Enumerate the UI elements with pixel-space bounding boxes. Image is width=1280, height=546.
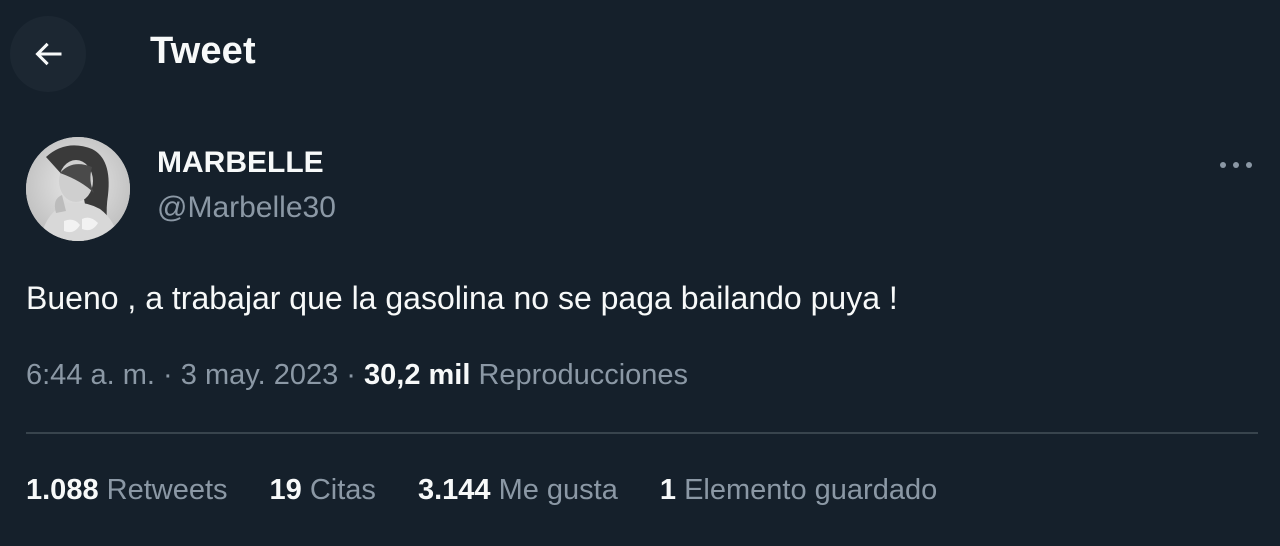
- arrow-left-icon: [35, 42, 62, 66]
- tweet-time[interactable]: 6:44 a. m.: [26, 359, 155, 391]
- likes-label: Me gusta: [498, 474, 618, 506]
- quotes-label: Citas: [309, 474, 376, 506]
- divider: [26, 432, 1258, 434]
- meta-separator: ·: [163, 359, 173, 391]
- bookmarks-label: Elemento guardado: [684, 474, 938, 506]
- retweets-stat[interactable]: 1.088 Retweets: [26, 474, 228, 507]
- avatar[interactable]: [26, 137, 130, 241]
- views-label: Reproducciones: [478, 359, 689, 391]
- bookmarks-stat[interactable]: 1 Elemento guardado: [660, 474, 937, 507]
- views-count: 30,2 mil: [364, 359, 471, 391]
- tweet-page: Tweet MARBELLE @Marbelle30 Bueno , a tra…: [0, 0, 1280, 546]
- retweets-count: 1.088: [26, 474, 99, 506]
- more-horizontal-icon: [1220, 162, 1252, 168]
- likes-count: 3.144: [417, 474, 491, 506]
- tweet-meta: 6:44 a. m. · 3 may. 2023 · 30,2 mil Repr…: [26, 359, 688, 392]
- tweet-date[interactable]: 3 may. 2023: [181, 359, 338, 391]
- tweet-text: Bueno , a trabajar que la gasolina no se…: [26, 280, 898, 316]
- author-display-name[interactable]: MARBELLE: [157, 146, 324, 180]
- author-handle[interactable]: @Marbelle30: [157, 191, 336, 225]
- page-title: Tweet: [150, 30, 256, 72]
- bookmarks-count: 1: [659, 474, 677, 506]
- meta-separator: ·: [346, 359, 356, 391]
- back-button[interactable]: [10, 16, 86, 92]
- tweet-stats: 1.088 Retweets 19 Citas 3.144 Me gusta 1…: [26, 474, 979, 507]
- quotes-count: 19: [269, 474, 302, 506]
- more-options-button[interactable]: [1214, 145, 1258, 185]
- quotes-stat[interactable]: 19 Citas: [270, 474, 376, 507]
- retweets-label: Retweets: [106, 474, 228, 506]
- avatar-image: [26, 137, 130, 241]
- likes-stat[interactable]: 3.144 Me gusta: [418, 474, 618, 507]
